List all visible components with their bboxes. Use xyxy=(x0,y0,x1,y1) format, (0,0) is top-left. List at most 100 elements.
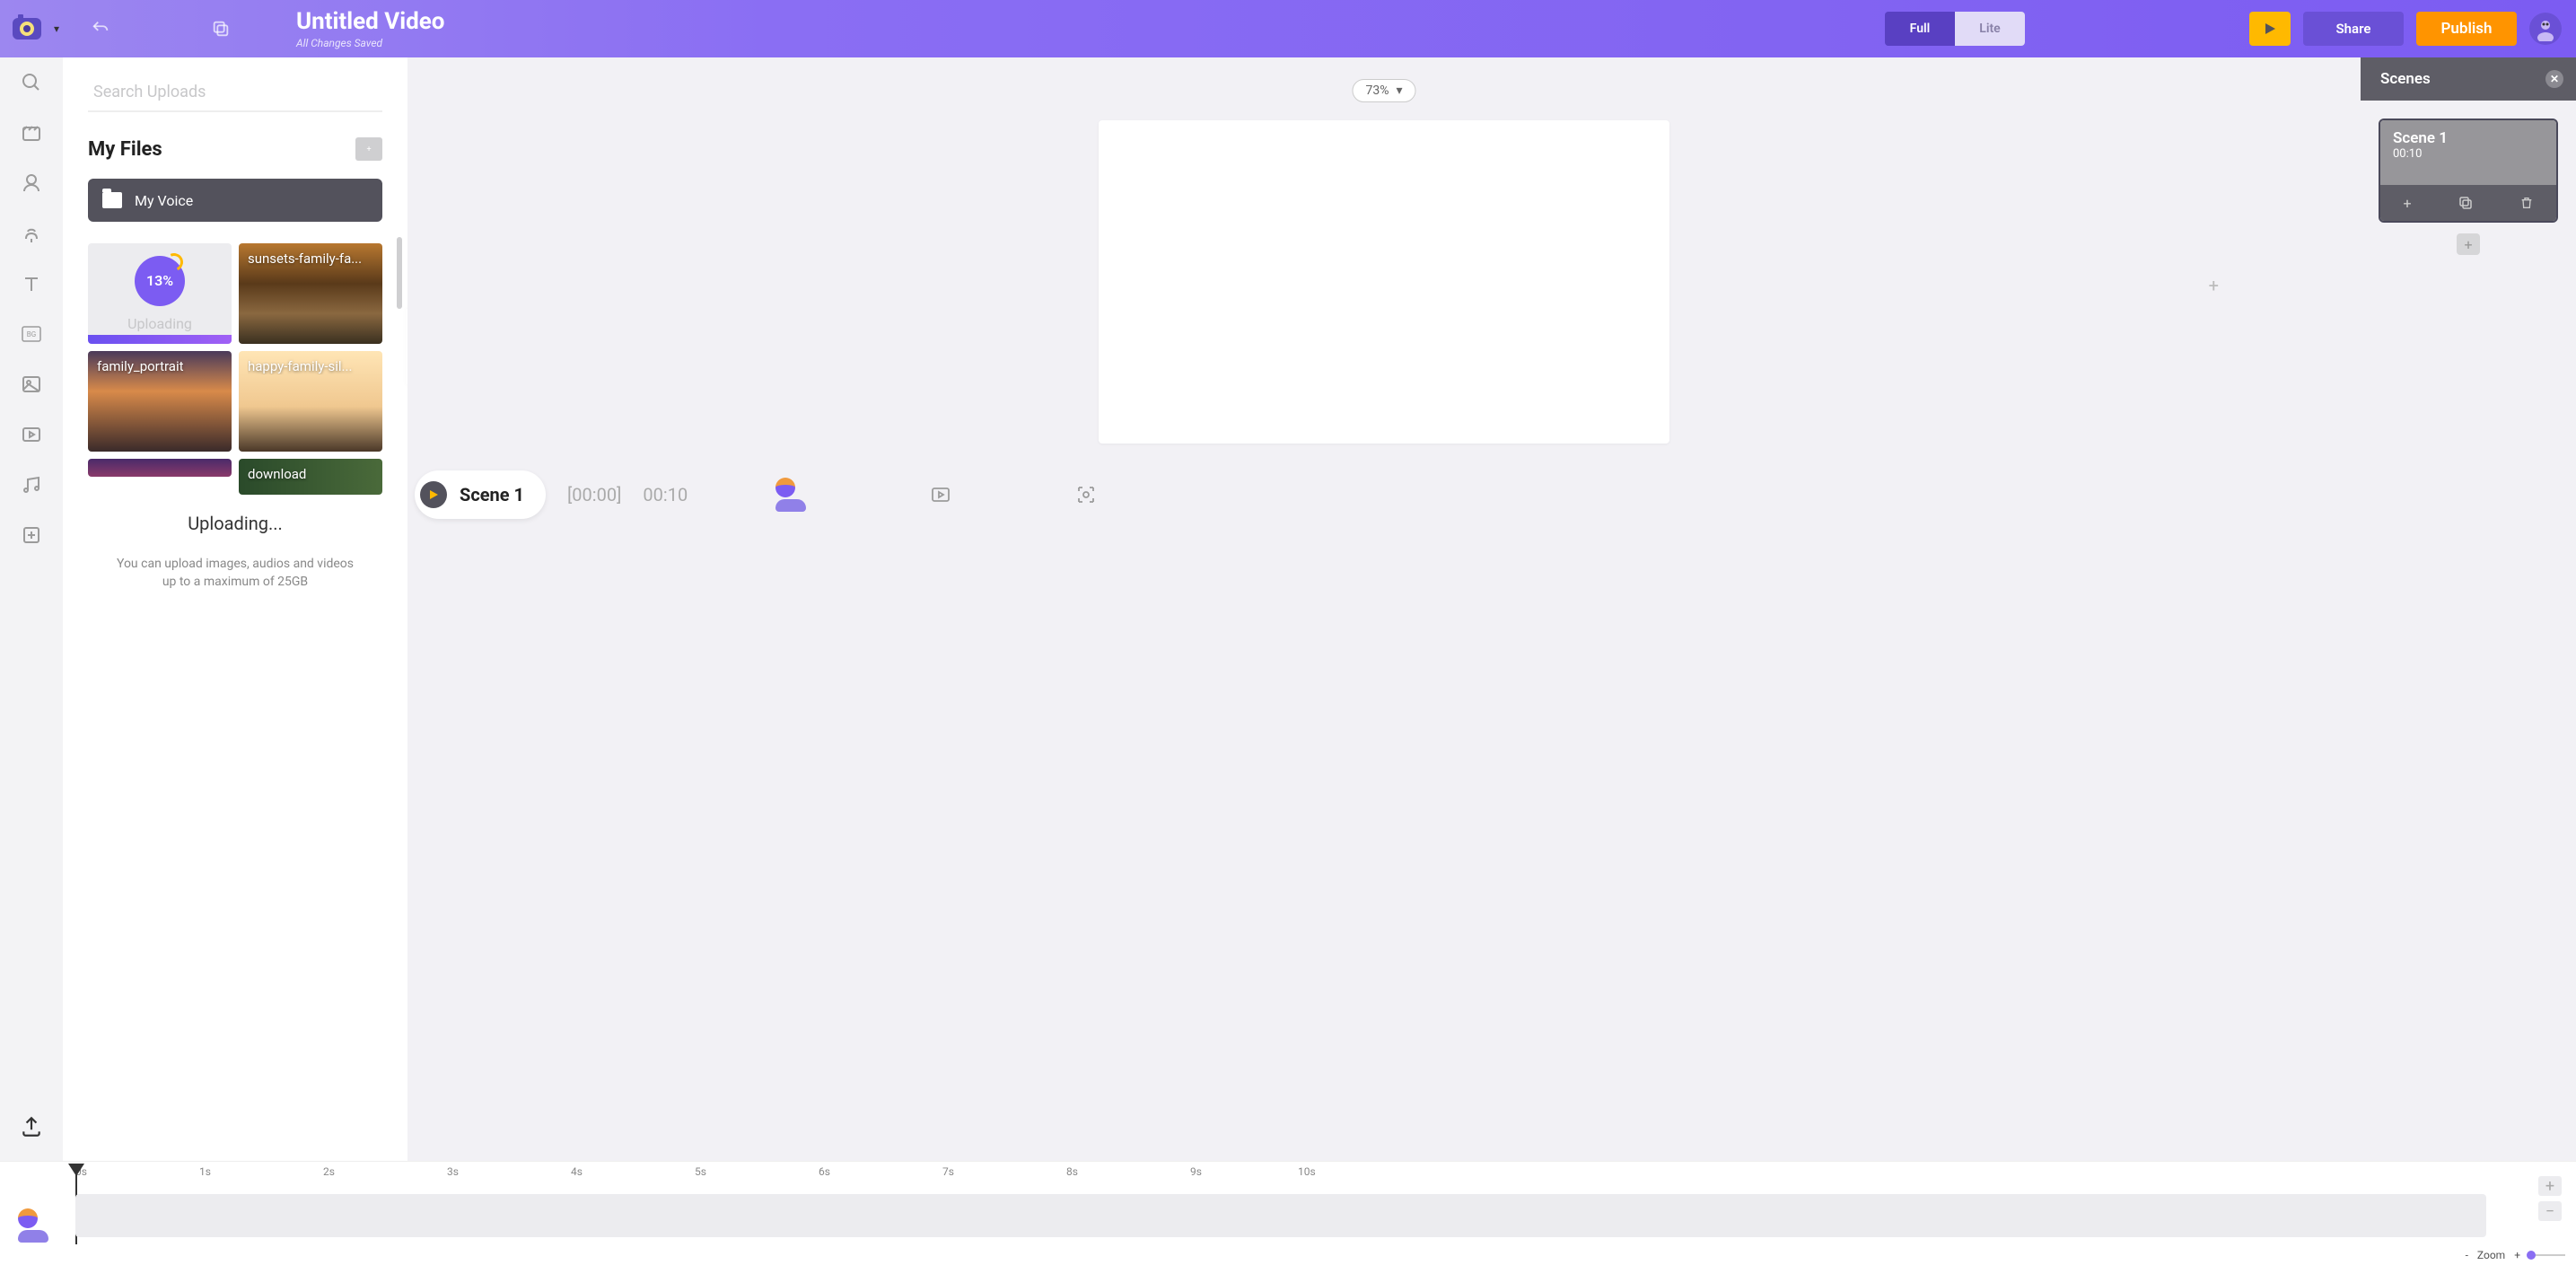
scene-pill: Scene 1 xyxy=(415,470,546,519)
thumb-purple[interactable] xyxy=(88,459,232,477)
timeline: 0s 1s 2s 3s 4s 5s 6s 7s 8s 9s 10s + − - … xyxy=(0,1161,2576,1265)
zoom-controls: - Zoom + xyxy=(2466,1249,2565,1261)
video-icon[interactable] xyxy=(19,422,44,447)
app-logo-icon xyxy=(7,9,47,48)
trash-icon xyxy=(2519,195,2534,211)
scene-card-actions: + xyxy=(2380,185,2556,221)
thumb-label: download xyxy=(248,466,373,482)
timeline-zoom-out[interactable]: − xyxy=(2538,1201,2562,1221)
folder-label: My Voice xyxy=(135,192,193,209)
publish-button[interactable]: Publish xyxy=(2416,12,2517,46)
timeline-zoom-in[interactable]: + xyxy=(2538,1176,2562,1196)
timeline-character-icon[interactable] xyxy=(18,1208,48,1243)
folder-plus-icon: + xyxy=(361,143,377,155)
scene-card-body: Scene 1 00:10 xyxy=(2380,120,2556,185)
progress-percent: 13% xyxy=(135,256,185,306)
search-uploads-input[interactable] xyxy=(88,74,382,112)
image-icon[interactable] xyxy=(19,372,44,397)
tick: 9s xyxy=(1190,1165,1202,1178)
scenes-panel: Scenes ✕ Scene 1 00:10 + + xyxy=(2361,57,2576,1161)
scene-card-time: 00:10 xyxy=(2393,147,2544,161)
add-folder-button[interactable]: + xyxy=(355,137,382,161)
character-icon[interactable] xyxy=(19,171,44,196)
add-scene-action[interactable]: + xyxy=(2403,195,2411,212)
thumb-label: sunsets-family-fa... xyxy=(248,250,373,267)
thumb-sunset[interactable]: sunsets-family-fa... xyxy=(239,243,382,344)
avatar-body-icon xyxy=(775,499,806,512)
chevron-down-icon: ▾ xyxy=(54,22,59,35)
zoom-plus[interactable]: + xyxy=(2514,1249,2520,1261)
title-block: Untitled Video All Changes Saved xyxy=(296,8,444,49)
zoom-minus[interactable]: - xyxy=(2466,1249,2468,1261)
thumb-label: family_portrait xyxy=(97,358,223,374)
add-element-button[interactable]: + xyxy=(2209,275,2219,296)
undo-button[interactable] xyxy=(81,9,120,48)
scene-video-button[interactable] xyxy=(930,484,951,505)
share-button[interactable]: Share xyxy=(2303,12,2404,46)
music-icon[interactable] xyxy=(19,472,44,497)
canvas-area: 73% ▾ + Scene 1 [00:00] 00:10 xyxy=(407,57,2361,1161)
preview-play-button[interactable] xyxy=(2249,12,2291,46)
add-scene-button[interactable]: + xyxy=(2457,233,2480,255)
scene-camera-button[interactable] xyxy=(1075,484,1097,505)
tick: 8s xyxy=(1066,1165,1078,1178)
character-tool-button[interactable] xyxy=(775,478,806,512)
background-icon[interactable]: BG xyxy=(19,321,44,347)
tick: 5s xyxy=(695,1165,706,1178)
tick: 2s xyxy=(323,1165,335,1178)
tick: 7s xyxy=(942,1165,954,1178)
zoom-slider[interactable] xyxy=(2529,1254,2565,1256)
folder-icon xyxy=(102,192,122,208)
scenes-icon[interactable] xyxy=(19,120,44,145)
thumb-portrait[interactable]: family_portrait xyxy=(88,351,232,452)
mode-lite-button[interactable]: Lite xyxy=(1955,12,2025,46)
search-icon[interactable] xyxy=(19,70,44,95)
copy-icon xyxy=(2458,195,2474,211)
user-avatar[interactable] xyxy=(2529,13,2562,45)
upload-progress-thumb: 13% Uploading xyxy=(88,243,232,344)
play-icon xyxy=(428,489,439,500)
close-scenes-button[interactable]: ✕ xyxy=(2545,70,2563,88)
video-canvas[interactable] xyxy=(1099,120,1669,444)
video-title[interactable]: Untitled Video xyxy=(296,8,444,35)
scenes-header: Scenes ✕ xyxy=(2361,57,2576,101)
scenes-title: Scenes xyxy=(2380,70,2431,88)
my-voice-folder[interactable]: My Voice xyxy=(88,179,382,222)
text-icon[interactable] xyxy=(19,271,44,296)
props-icon[interactable] xyxy=(19,221,44,246)
upload-progress-bar xyxy=(88,335,232,344)
effects-icon[interactable] xyxy=(19,523,44,548)
thumb-label: happy-family-sil... xyxy=(248,358,373,374)
zoom-value: 73% xyxy=(1365,83,1389,98)
duplicate-scene-action[interactable] xyxy=(2458,195,2474,211)
logo-menu[interactable]: ▾ xyxy=(7,9,59,48)
upload-status-text: Uploading... xyxy=(88,513,382,534)
scene-play-button[interactable] xyxy=(420,481,447,508)
play-icon xyxy=(2263,22,2277,36)
delete-scene-action[interactable] xyxy=(2519,195,2534,211)
panel-scrollbar[interactable] xyxy=(397,237,402,309)
avatar-head-icon xyxy=(775,478,795,497)
uploading-label: Uploading xyxy=(127,315,192,332)
svg-text:BG: BG xyxy=(27,330,36,338)
tick: 4s xyxy=(571,1165,583,1178)
uploads-panel: My Files + My Voice 13% Uploading sunset… xyxy=(63,57,407,1161)
uploads-grid: 13% Uploading sunsets-family-fa... famil… xyxy=(88,243,382,495)
zoom-dropdown[interactable]: 73% ▾ xyxy=(1352,79,1415,102)
thumb-download[interactable]: download xyxy=(239,459,382,495)
scene-name: Scene 1 xyxy=(460,484,524,505)
timeline-ruler[interactable]: 0s 1s 2s 3s 4s 5s 6s 7s 8s 9s 10s xyxy=(0,1162,2576,1183)
scene-card-title: Scene 1 xyxy=(2393,129,2544,147)
upload-icon[interactable] xyxy=(19,1114,44,1139)
tick: 10s xyxy=(1298,1165,1316,1178)
save-status: All Changes Saved xyxy=(296,37,444,49)
thumb-happy[interactable]: happy-family-sil... xyxy=(239,351,382,452)
timeline-track[interactable] xyxy=(75,1194,2486,1237)
time-current: [00:00] xyxy=(567,484,621,505)
tick: 1s xyxy=(199,1165,211,1178)
mode-full-button[interactable]: Full xyxy=(1885,12,1955,46)
scene-card[interactable]: Scene 1 00:10 + xyxy=(2379,119,2558,223)
app-header: ▾ Untitled Video All Changes Saved Full … xyxy=(0,0,2576,57)
copy-button[interactable] xyxy=(201,9,241,48)
my-files-heading: My Files xyxy=(88,138,162,161)
